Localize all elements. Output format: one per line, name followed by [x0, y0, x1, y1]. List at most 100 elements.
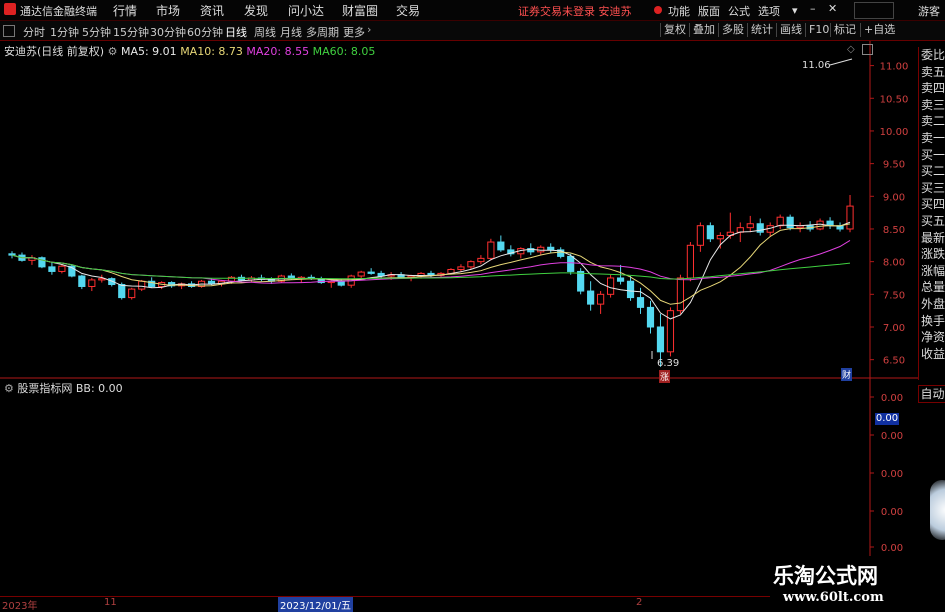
candle-body	[716, 235, 724, 240]
menu-quotes[interactable]: 行情	[113, 2, 137, 19]
expand-panel-icon[interactable]	[862, 44, 873, 55]
price-tick-label: 8.00	[883, 258, 905, 269]
candle-body	[118, 284, 126, 299]
indicator-tick-label: 0.00	[881, 393, 903, 404]
close-icon[interactable]: ✕	[828, 2, 837, 15]
tool-multi-stock[interactable]: 多股	[718, 23, 747, 37]
candle-body	[696, 225, 704, 246]
quote-panel-item: 买二	[921, 164, 945, 179]
period-daily[interactable]: 日线	[225, 24, 247, 40]
minimize-icon[interactable]: –	[810, 2, 816, 15]
menu-news[interactable]: 资讯	[200, 2, 224, 19]
candle-body	[8, 253, 16, 256]
period-toolbar: 分时 1分钟 5分钟 15分钟 30分钟 60分钟 日线 周线 月线 多周期 更…	[0, 21, 945, 41]
candle-body	[477, 257, 485, 263]
quote-panel-item: 涨跌	[921, 247, 945, 262]
menu-wealth-circle[interactable]: 财富圈	[342, 2, 378, 19]
indicator-title[interactable]: 股票指标网	[17, 382, 72, 395]
menu-trade[interactable]: 交易	[396, 2, 420, 19]
period-15min[interactable]: 15分钟	[113, 24, 149, 40]
period-monthly[interactable]: 月线	[280, 24, 302, 40]
quote-panel-item: 买一	[921, 147, 945, 162]
candle-body	[357, 271, 365, 277]
low-price-label: 6.39	[657, 358, 680, 369]
status-dot-icon	[654, 6, 662, 14]
app-title: 通达信金融终端	[20, 5, 97, 18]
candle-body	[367, 271, 375, 274]
price-tick-label: 11.00	[880, 62, 909, 73]
period-30min[interactable]: 30分钟	[150, 24, 186, 40]
stock-label[interactable]: 安迪苏(日线 前复权)	[4, 45, 104, 58]
chevron-down-icon[interactable]: ▾	[792, 4, 798, 17]
quote-panel-item: 卖二	[921, 114, 945, 129]
menu-ask-xiaoda[interactable]: 问小达	[288, 2, 324, 19]
menu-market[interactable]: 市场	[156, 2, 180, 19]
menu-options[interactable]: 选项	[758, 3, 780, 19]
candle-body	[567, 255, 575, 272]
candle-body	[58, 265, 66, 272]
price-tick-label: 8.50	[883, 225, 905, 236]
period-5min[interactable]: 5分钟	[82, 24, 111, 40]
period-more[interactable]: 更多	[343, 24, 365, 40]
period-multi[interactable]: 多周期	[306, 24, 339, 40]
more-chevron-icon[interactable]: ›	[367, 23, 371, 36]
date-label-year: 2023年	[2, 601, 38, 612]
settings-gear-icon[interactable]: ⚙	[108, 45, 118, 58]
quote-panel-item: 外盘	[921, 296, 945, 311]
candle-body	[577, 270, 585, 292]
tool-f10[interactable]: F10	[805, 23, 832, 37]
title-bar: 通达信金融终端 行情 市场 资讯 发现 问小达 财富圈 交易 证券交易未登录 安…	[0, 0, 945, 21]
candle-body	[207, 280, 216, 285]
candle-body	[337, 280, 345, 286]
quote-panel-item: 买三	[921, 180, 945, 195]
date-label-nov: 11	[104, 597, 117, 608]
guest-label[interactable]: 游客	[918, 3, 940, 19]
diamond-icon[interactable]: ◇	[847, 44, 855, 55]
finance-marker[interactable]: 财	[841, 368, 853, 381]
menu-formula[interactable]: 公式	[728, 3, 750, 19]
price-tick-label: 6.50	[883, 356, 905, 367]
tool-add-watchlist[interactable]: +自选	[860, 23, 898, 37]
quote-panel-item: 净资	[921, 330, 945, 345]
login-notice[interactable]: 证券交易未登录 安迪苏	[518, 3, 632, 19]
candle-body	[656, 326, 665, 353]
up-marker[interactable]: 涨	[659, 370, 671, 383]
menu-layout[interactable]: 版面	[698, 3, 720, 19]
price-tick-label: 9.50	[883, 160, 905, 171]
indicator-gear-icon[interactable]: ⚙	[4, 382, 14, 395]
quote-panel: 委比 卖五 卖四 卖三 卖二 卖一 买一 买二 买三 买四 买五 最新 涨跌 涨幅 总量 外盘 换手 净资 收益	[918, 47, 945, 380]
period-weekly[interactable]: 周线	[254, 24, 276, 40]
candle-body	[487, 241, 495, 259]
watermark-url: www.60lt.com	[783, 590, 884, 605]
period-1min[interactable]: 1分钟	[50, 24, 79, 40]
indicator-tick-label: 0.00	[881, 543, 903, 554]
quote-panel-item: 换手	[921, 313, 945, 328]
menu-discover[interactable]: 发现	[244, 2, 268, 19]
candle-body	[606, 277, 615, 295]
candle-body	[646, 306, 655, 328]
tool-overlay[interactable]: 叠加	[689, 23, 718, 37]
period-60min[interactable]: 60分钟	[187, 24, 223, 40]
layout-grid-icon[interactable]	[3, 25, 15, 37]
price-tick-label: 7.00	[883, 323, 905, 334]
ma5-value: MA5: 9.01	[120, 45, 177, 58]
high-leader-line	[829, 58, 853, 66]
tool-mark[interactable]: 标记	[830, 23, 859, 37]
menu-functions[interactable]: 功能	[668, 3, 690, 19]
candle-body	[706, 225, 714, 240]
indicator-value-box: 0.00	[875, 413, 899, 425]
indicator-tick-label: 0.00	[881, 469, 903, 480]
tool-stats[interactable]: 统计	[747, 23, 776, 37]
price-tick-label: 10.50	[880, 94, 909, 105]
ma20-value: MA20: 8.55	[246, 45, 310, 58]
auto-button[interactable]: 自动	[918, 385, 945, 403]
period-intraday[interactable]: 分时	[23, 24, 45, 40]
floating-ball-icon[interactable]	[930, 480, 945, 540]
candle-body	[128, 288, 136, 299]
ma60-value: MA60: 8.05	[312, 45, 376, 58]
candle-body	[587, 290, 595, 305]
candle-body	[98, 278, 106, 281]
tool-adjust[interactable]: 复权	[660, 23, 689, 37]
tool-draw-line[interactable]: 画线	[776, 23, 805, 37]
kline-chart[interactable]: 0.00 0.00 0.00 0.00 0.00 0.00 11.00 10.50 10.00…	[0, 41, 945, 596]
